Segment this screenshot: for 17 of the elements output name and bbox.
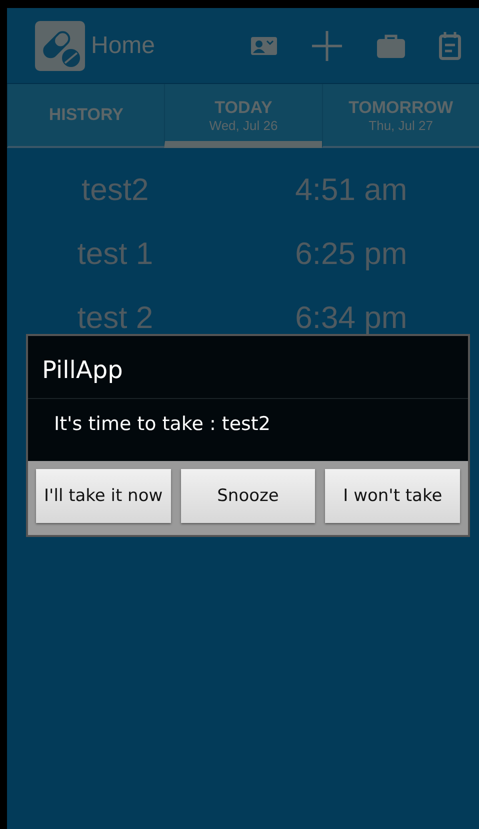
medication-name: test 2: [76, 300, 154, 336]
medication-name: test2: [80, 172, 150, 208]
calendar-icon[interactable]: [439, 32, 461, 60]
dose-time: 4:51 am: [294, 172, 408, 208]
dialog-button[interactable]: I won't take: [325, 469, 460, 523]
dose-time: 6:34 pm: [294, 300, 408, 336]
contact-card-icon[interactable]: [251, 34, 277, 56]
pill-logo-icon[interactable]: [35, 20, 85, 70]
dialog-message: It's time to take : test2: [53, 412, 272, 437]
briefcase-icon[interactable]: [377, 34, 405, 58]
app-title: Home: [91, 32, 156, 60]
add-icon[interactable]: [311, 30, 343, 62]
dialog-button[interactable]: Snooze: [180, 469, 316, 523]
dialog-button[interactable]: I'll take it now: [36, 469, 171, 523]
dose-time: 6:25 pm: [294, 236, 408, 272]
dialog-title: PillApp: [28, 336, 468, 399]
medication-name: test 1: [76, 236, 154, 272]
